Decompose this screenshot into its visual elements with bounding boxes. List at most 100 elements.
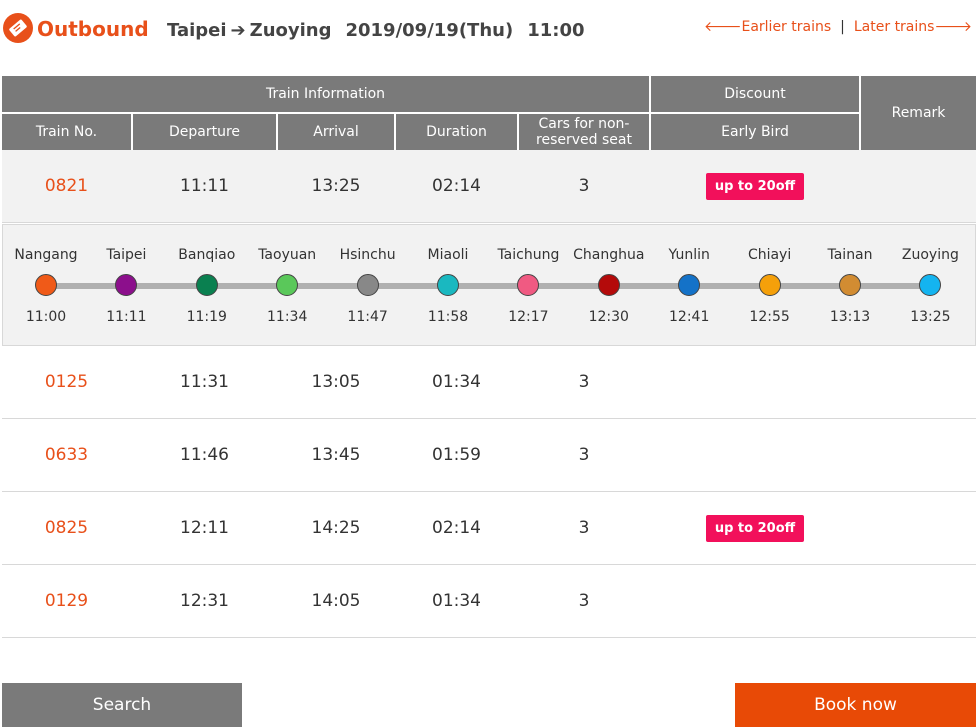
non-reserved-cars: 3: [578, 445, 590, 465]
station-time: 11:00: [25, 309, 67, 325]
station-name: Nangang: [14, 247, 78, 263]
arrival-time: 14:05: [311, 591, 361, 611]
duration: 01:59: [432, 445, 481, 465]
column-header-duration: Duration: [396, 114, 517, 150]
departure-time: 11:11: [180, 176, 229, 196]
travel-time: 11:00: [527, 20, 585, 41]
station-dot-icon: [115, 274, 138, 296]
station-name: Tainan: [827, 247, 873, 263]
station-dot-icon: [437, 274, 459, 296]
arrow-right-icon: 🡒: [934, 19, 972, 35]
train-number: 0633: [44, 445, 89, 465]
earlier-trains-link[interactable]: 🡐Earlier trains: [704, 19, 831, 35]
non-reserved-cars: 3: [578, 372, 590, 392]
station-dot-icon: [276, 274, 299, 296]
table-row[interactable]: 0633 11:46 13:45 01:59 3: [2, 419, 976, 492]
arrow-right-icon: ➔: [230, 20, 246, 41]
station-time: 11:58: [427, 309, 469, 325]
station-stop: Taipei 11:11: [81, 225, 171, 345]
train-number: 0821: [44, 176, 89, 196]
station-dot-icon: [839, 274, 861, 296]
arrival-time: 14:25: [311, 518, 361, 538]
station-name: Yunlin: [668, 247, 710, 263]
station-dot-icon: [356, 274, 379, 296]
column-header-train-no: Train No.: [2, 114, 131, 150]
station-stop: Banqiao 11:19: [162, 225, 252, 345]
station-dot-icon: [919, 274, 942, 296]
arrival-time: 13:45: [311, 445, 361, 465]
nav-separator: |: [840, 19, 845, 35]
station-time: 11:11: [106, 309, 147, 325]
station-time: 13:13: [829, 309, 871, 325]
page-header: Outbound Taipei ➔ Zuoying 2019/09/19(Thu) 11…: [0, 0, 976, 60]
station-name: Changhua: [573, 247, 645, 263]
station-dot-icon: [35, 274, 57, 296]
station-name: Taipei: [106, 247, 147, 263]
duration: 02:14: [432, 518, 481, 538]
non-reserved-cars: 3: [578, 518, 590, 538]
table-row[interactable]: 0129 12:31 14:05 01:34 3: [2, 565, 976, 638]
station-dot-icon: [195, 274, 218, 296]
early-bird-badge: up to 20off: [705, 172, 805, 200]
column-header-early-bird: Early Bird: [651, 114, 859, 150]
discount-cell: up to 20off: [651, 150, 859, 222]
station-stop: Tainan 13:13: [805, 225, 895, 345]
route-summary: Taipei ➔ Zuoying 2019/09/19(Thu) 11:00: [167, 20, 585, 41]
station-time: 11:34: [267, 309, 308, 325]
column-header-remark: Remark: [861, 76, 976, 150]
column-header-departure: Departure: [133, 114, 276, 150]
station-stop: Taoyuan 11:34: [242, 225, 332, 345]
station-time: 12:55: [749, 309, 790, 325]
table-row[interactable]: 0125 11:31 13:05 01:34 3: [2, 346, 976, 419]
station-time: 11:47: [347, 309, 388, 325]
search-button[interactable]: Search: [2, 683, 242, 727]
duration: 01:34: [432, 372, 481, 392]
table-row-selected[interactable]: 0821 11:11 13:25 02:14 3 up to 20off: [2, 150, 976, 223]
travel-date: 2019/09/19(Thu): [345, 20, 514, 41]
station-name: Hsinchu: [339, 247, 396, 263]
station-name: Chiayi: [747, 247, 792, 263]
station-name: Taoyuan: [258, 247, 317, 263]
station-stop: Chiayi 12:55: [725, 225, 815, 345]
departure-time: 12:11: [180, 518, 229, 538]
station-time: 12:17: [508, 309, 549, 325]
discount-cell: up to 20off: [651, 492, 859, 564]
early-bird-badge: up to 20off: [705, 514, 805, 542]
station-stop: Miaoli 11:58: [403, 225, 493, 345]
train-navigation: 🡐Earlier trains | Later trains🡒: [704, 18, 972, 35]
page-title: Outbound: [37, 17, 149, 41]
book-now-button[interactable]: Book now: [735, 683, 976, 727]
departure-time: 11:46: [180, 445, 229, 465]
station-stop: Changhua 12:30: [564, 225, 654, 345]
arrival-time: 13:05: [311, 372, 361, 392]
station-time: 13:25: [910, 309, 951, 325]
station-name: Banqiao: [178, 247, 236, 263]
station-stop: Hsinchu 11:47: [323, 225, 413, 345]
non-reserved-cars: 3: [578, 591, 590, 611]
arrow-left-icon: 🡐: [703, 19, 742, 35]
train-number: 0825: [44, 518, 89, 538]
ticket-icon: [3, 13, 33, 43]
group-header-train-information: Train Information: [2, 76, 649, 112]
departure-time: 11:31: [180, 372, 229, 392]
station-dot-icon: [597, 274, 620, 296]
station-dot-icon: [678, 274, 701, 296]
column-header-cars-non-reserved: Cars for non-reserved seat: [519, 114, 649, 150]
column-header-arrival: Arrival: [278, 114, 394, 150]
station-name: Taichung: [497, 247, 560, 263]
station-time: 12:30: [588, 309, 629, 325]
station-time: 12:41: [669, 309, 710, 325]
station-name: Miaoli: [427, 247, 469, 263]
station-time: 11:19: [186, 309, 227, 325]
origin-station: Taipei: [167, 20, 227, 41]
destination-station: Zuoying: [249, 20, 332, 41]
later-trains-link[interactable]: Later trains🡒: [854, 19, 972, 35]
departure-time: 12:31: [180, 591, 229, 611]
table-row[interactable]: 0825 12:11 14:25 02:14 3 up to 20off: [2, 492, 976, 565]
station-stop: Taichung 12:17: [483, 225, 573, 345]
station-dot-icon: [758, 274, 781, 296]
duration: 02:14: [432, 176, 481, 196]
station-stop: Nangang 11:00: [1, 225, 91, 345]
station-name: Zuoying: [901, 247, 959, 263]
station-dot-icon: [517, 274, 540, 296]
